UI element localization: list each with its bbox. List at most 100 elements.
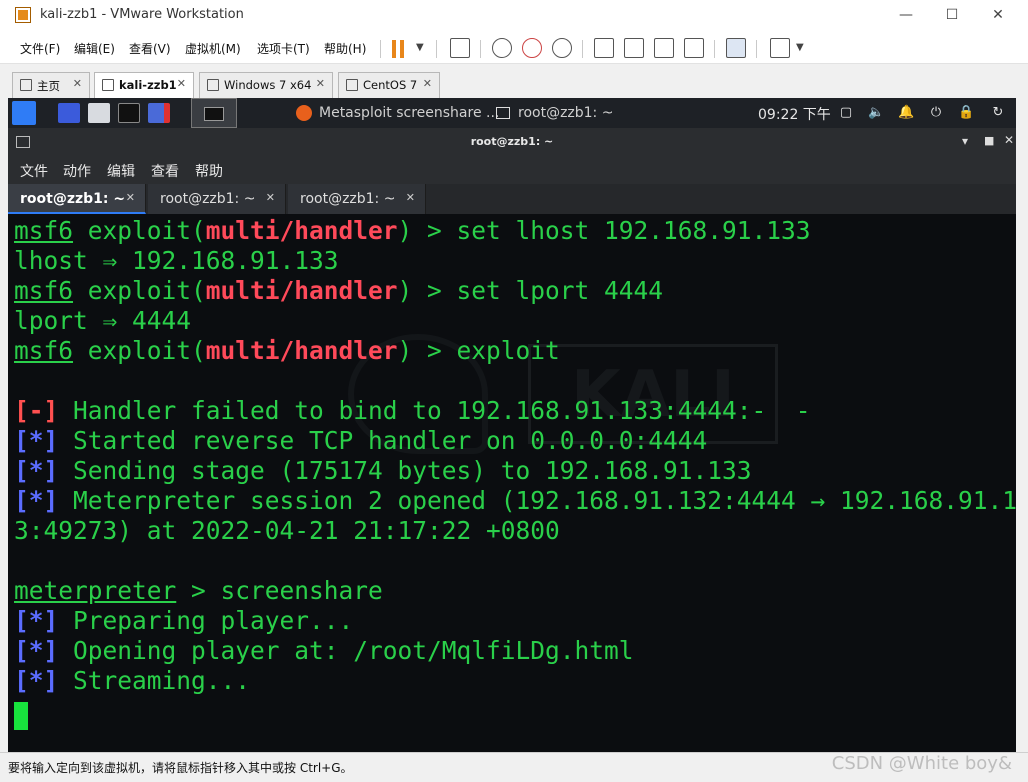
kali-menu-icon[interactable] <box>12 101 36 125</box>
tab-label: Windows 7 x64 <box>224 78 312 92</box>
minimize-button[interactable]: — <box>886 4 926 28</box>
terminal-line: meterpreter > screenshare <box>14 576 383 605</box>
maximize-button[interactable]: ■ <box>984 134 994 147</box>
chevron-down-icon[interactable]: ▼ <box>796 42 804 53</box>
snapshot-manager-icon[interactable] <box>552 38 572 58</box>
window-title: kali-zzb1 - VMware Workstation <box>40 7 244 22</box>
terminal-tab-1[interactable]: root@zzb1: ~ ✕ <box>8 184 146 214</box>
recorder-icon[interactable] <box>148 103 170 123</box>
close-icon[interactable]: ✕ <box>266 191 275 204</box>
vm-icon <box>102 79 114 91</box>
chevron-down-icon[interactable]: ▼ <box>416 42 424 53</box>
terminal-cursor <box>14 702 28 730</box>
terminal-line: msf6 exploit(multi/handler) > set lport … <box>14 276 664 305</box>
active-window-button[interactable] <box>191 98 237 128</box>
toolbar-separator <box>756 40 757 58</box>
pause-icon-bar <box>400 40 404 58</box>
sidebar-icon[interactable] <box>594 38 614 58</box>
menu-file[interactable]: 文件(F) <box>20 40 60 57</box>
revert-snapshot-icon[interactable] <box>522 38 542 58</box>
terminal-icon <box>204 107 224 121</box>
terminal-icon[interactable] <box>726 38 746 58</box>
close-button[interactable]: ✕ <box>978 4 1018 28</box>
window-icon[interactable]: ▢ <box>838 105 854 121</box>
vmware-status-bar: 要将输入定向到该虚拟机，请将鼠标指针移入其中或按 Ctrl+G。 CSDN @W… <box>0 752 1028 782</box>
close-button[interactable]: ✕ <box>1004 133 1014 147</box>
close-icon[interactable]: ✕ <box>406 191 415 204</box>
taskbar-item-terminal[interactable]: root@zzb1: ~ <box>518 105 613 121</box>
notification-bell-icon[interactable]: 🔔 <box>898 105 914 121</box>
refresh-icon[interactable]: ↻ <box>990 105 1006 121</box>
send-keys-icon[interactable] <box>450 38 470 58</box>
vm-icon <box>207 79 219 91</box>
toolbar-separator <box>582 40 583 58</box>
close-icon[interactable]: ✕ <box>73 77 82 90</box>
tab-windows7[interactable]: Windows 7 x64 ✕ <box>199 72 333 98</box>
terminal-tab-bar: root@zzb1: ~ ✕ root@zzb1: ~ ✕ root@zzb1:… <box>8 184 1016 214</box>
terminal-line: msf6 exploit(multi/handler) > set lhost … <box>14 216 811 245</box>
terminal-line: [*] Sending stage (175174 bytes) to 192.… <box>14 456 752 485</box>
panel-clock[interactable]: 09:22 下午 <box>758 104 831 124</box>
menu-vm[interactable]: 虚拟机(M) <box>185 40 241 57</box>
terminal-titlebar: root@zzb1: ~ ▾ ■ ✕ <box>8 128 1016 156</box>
terminal-line: lport ⇒ 4444 <box>14 306 192 335</box>
menu-help[interactable]: 帮助(H) <box>324 40 366 57</box>
terminal-output[interactable]: KALI msf6 exploit(multi/handler) > set l… <box>8 214 1016 752</box>
close-icon[interactable]: ✕ <box>177 77 186 90</box>
toolbar-separator <box>380 40 381 58</box>
fullscreen-icon[interactable] <box>654 38 674 58</box>
vmware-title-bar: kali-zzb1 - VMware Workstation — ☐ ✕ <box>0 0 1028 32</box>
workspace-icon[interactable] <box>58 103 80 123</box>
status-text: 要将输入定向到该虚拟机，请将鼠标指针移入其中或按 Ctrl+G。 <box>8 761 353 775</box>
terminal-menubar: 文件 动作 编辑 查看 帮助 <box>8 156 1016 184</box>
menu-help[interactable]: 帮助 <box>195 161 223 181</box>
tab-home[interactable]: 主页 ✕ <box>12 72 90 98</box>
menu-file[interactable]: 文件 <box>20 161 48 181</box>
terminal-launcher-icon[interactable] <box>118 103 140 123</box>
tab-centos7[interactable]: CentOS 7 ✕ <box>338 72 440 98</box>
terminal-line: [*] Preparing player... <box>14 606 354 635</box>
tab-label: root@zzb1: ~ <box>300 191 396 207</box>
stretch-view-icon[interactable] <box>770 38 790 58</box>
menu-edit[interactable]: 编辑 <box>107 161 135 181</box>
home-icon <box>20 79 32 91</box>
minimize-button[interactable]: ▾ <box>962 134 968 148</box>
lock-icon[interactable]: 🔒 <box>958 105 974 121</box>
terminal-tab-2[interactable]: root@zzb1: ~ ✕ <box>148 184 286 214</box>
toolbar-separator <box>714 40 715 58</box>
vmware-menubar: 文件(F) 编辑(E) 查看(V) 虚拟机(M) 选项卡(T) 帮助(H) ▼ … <box>0 32 1028 64</box>
console-view-icon[interactable] <box>624 38 644 58</box>
terminal-line: [*] Opening player at: /root/MqlfiLDg.ht… <box>14 636 634 665</box>
maximize-button[interactable]: ☐ <box>932 4 972 28</box>
vm-icon <box>346 79 358 91</box>
terminal-line: msf6 exploit(multi/handler) > exploit <box>14 336 560 365</box>
menu-view[interactable]: 查看(V) <box>129 40 171 57</box>
taskbar-item-firefox[interactable]: Metasploit screenshare ... <box>319 105 499 121</box>
menu-edit[interactable]: 编辑(E) <box>74 40 115 57</box>
toolbar-separator <box>436 40 437 58</box>
power-icon[interactable]: ⏻ <box>928 105 944 121</box>
menu-view[interactable]: 查看 <box>151 161 179 181</box>
file-manager-icon[interactable] <box>88 103 110 123</box>
tab-kali-zzb1[interactable]: kali-zzb1 ✕ <box>94 72 194 98</box>
guest-display[interactable]: Metasploit screenshare ... root@zzb1: ~ … <box>8 98 1016 752</box>
terminal-line: [*] Streaming... <box>14 666 251 695</box>
snapshot-icon[interactable] <box>492 38 512 58</box>
pause-icon[interactable] <box>392 40 396 58</box>
close-icon[interactable]: ✕ <box>316 77 325 90</box>
terminal-line: [*] Meterpreter session 2 opened (192.16… <box>14 486 1016 515</box>
tab-label: root@zzb1: ~ <box>160 191 256 207</box>
unity-icon[interactable] <box>684 38 704 58</box>
tab-label: kali-zzb1 <box>119 78 177 92</box>
toolbar-separator <box>480 40 481 58</box>
vmware-logo-icon <box>15 7 31 23</box>
menu-tabs[interactable]: 选项卡(T) <box>257 40 310 57</box>
close-icon[interactable]: ✕ <box>423 77 432 90</box>
menu-action[interactable]: 动作 <box>63 161 91 181</box>
close-icon[interactable]: ✕ <box>126 191 135 204</box>
vmware-tab-bar: 主页 ✕ kali-zzb1 ✕ Windows 7 x64 ✕ CentOS … <box>0 64 1028 98</box>
terminal-tab-3[interactable]: root@zzb1: ~ ✕ <box>288 184 426 214</box>
volume-icon[interactable]: 🔈 <box>868 105 884 121</box>
terminal-line: [-] Handler failed to bind to 192.168.91… <box>14 396 811 425</box>
terminal-title: root@zzb1: ~ <box>470 135 554 148</box>
